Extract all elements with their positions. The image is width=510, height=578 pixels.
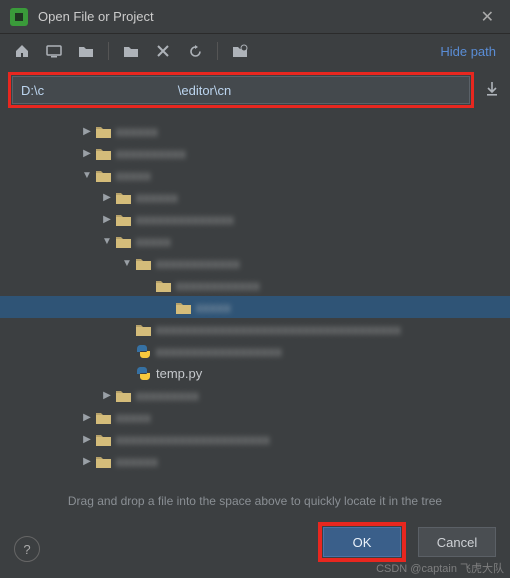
- tree-item-label: xxxxxxxxxxxxxxxxxxxxxx: [116, 432, 270, 447]
- dialog-footer: OK Cancel: [0, 514, 510, 562]
- tree-row[interactable]: ▶ xxxxxxxxxxxxxxxxxxxxxx: [0, 428, 510, 450]
- tree-item-label: xxxxxxxxxx: [116, 146, 186, 161]
- tree-row[interactable]: ▶ xxxxxxxxx: [0, 384, 510, 406]
- chevron-right-icon[interactable]: ▶: [80, 412, 94, 423]
- tree-row[interactable]: ▶ xxxxxxxxxx: [0, 142, 510, 164]
- tree-item-label: xxxxx: [116, 410, 151, 425]
- tree-row[interactable]: ▼ xxxxx: [0, 164, 510, 186]
- hide-path-link[interactable]: Hide path: [440, 44, 502, 59]
- folder-icon: [134, 255, 152, 271]
- folder-icon: [114, 233, 132, 249]
- chevron-right-icon[interactable]: ▶: [100, 192, 114, 203]
- chevron-right-icon[interactable]: ▶: [100, 214, 114, 225]
- cancel-button[interactable]: Cancel: [418, 527, 496, 557]
- project-icon[interactable]: [72, 39, 100, 63]
- folder-icon: [114, 387, 132, 403]
- tree-row[interactable]: xxxxxxxxxxxx: [0, 274, 510, 296]
- tree-row[interactable]: xxxxxxxxxxxxxxxxxxxxxxxxxxxxxxxxxxx: [0, 318, 510, 340]
- window-title: Open File or Project: [38, 9, 475, 24]
- path-highlight-box: [8, 72, 474, 108]
- tree-row[interactable]: ▼ xxxxx: [0, 230, 510, 252]
- tree-item-label: xxxxx: [136, 234, 171, 249]
- show-hidden-icon[interactable]: [226, 39, 254, 63]
- folder-icon: [94, 145, 112, 161]
- folder-icon: [94, 431, 112, 447]
- tree-item-label: xxxxxxxxxxxxxxxxxx: [156, 344, 282, 359]
- toolbar-divider: [108, 42, 109, 60]
- path-input[interactable]: [12, 76, 470, 104]
- tree-item-label: xxxxxxxxxxxxxx: [136, 212, 234, 227]
- chevron-right-icon[interactable]: ▶: [100, 390, 114, 401]
- home-icon[interactable]: [8, 39, 36, 63]
- folder-icon: [154, 277, 172, 293]
- history-dropdown-icon[interactable]: [482, 81, 502, 100]
- folder-icon: [134, 321, 152, 337]
- tree-row[interactable]: xxxxxxxxxxxxxxxxxx: [0, 340, 510, 362]
- python-file-icon: [134, 343, 152, 359]
- tree-item-label: xxxxxx: [116, 124, 158, 139]
- chevron-right-icon[interactable]: ▶: [80, 434, 94, 445]
- tree-item-label: xxxxxxxxxxxx: [156, 256, 240, 271]
- tree-row[interactable]: temp.py: [0, 362, 510, 384]
- folder-icon: [94, 167, 112, 183]
- new-folder-icon[interactable]: [117, 39, 145, 63]
- tree-item-label: xxxxxxxxx: [136, 388, 199, 403]
- file-tree[interactable]: ▶xxxxxx▶xxxxxxxxxx▼xxxxx▶xxxxxx▶xxxxxxxx…: [0, 114, 510, 484]
- folder-icon: [114, 189, 132, 205]
- chevron-down-icon[interactable]: ▼: [80, 170, 94, 181]
- desktop-icon[interactable]: [40, 39, 68, 63]
- chevron-right-icon[interactable]: ▶: [80, 456, 94, 467]
- tree-item-label: xxxxxx: [136, 190, 178, 205]
- chevron-right-icon[interactable]: ▶: [80, 126, 94, 137]
- tree-row-selected[interactable]: xxxxx: [0, 296, 510, 318]
- titlebar: Open File or Project ✕: [0, 0, 510, 34]
- refresh-icon[interactable]: [181, 39, 209, 63]
- toolbar: Hide path: [0, 34, 510, 68]
- path-row: [0, 68, 510, 114]
- folder-icon: [174, 299, 192, 315]
- tree-row[interactable]: ▶ xxxxxx: [0, 186, 510, 208]
- tree-item-label: xxxxx: [116, 168, 151, 183]
- tree-item-label: xxxxxxxxxxxxxxxxxxxxxxxxxxxxxxxxxxx: [156, 322, 401, 337]
- tree-row[interactable]: ▶ xxxxxx: [0, 450, 510, 472]
- toolbar-divider: [217, 42, 218, 60]
- tree-row[interactable]: ▼ xxxxxxxxxxxx: [0, 252, 510, 274]
- ok-highlight-box: OK: [318, 522, 406, 562]
- chevron-down-icon[interactable]: ▼: [120, 258, 134, 269]
- chevron-right-icon[interactable]: ▶: [80, 148, 94, 159]
- folder-icon: [94, 409, 112, 425]
- python-file-icon: [134, 365, 152, 381]
- tree-item-label: xxxxxx: [116, 454, 158, 469]
- tree-item-label: temp.py: [156, 366, 202, 381]
- watermark: CSDN @captain 飞虎大队: [376, 560, 504, 576]
- folder-icon: [94, 453, 112, 469]
- ok-button[interactable]: OK: [323, 527, 401, 557]
- tree-item-label: xxxxxxxxxxxx: [176, 278, 260, 293]
- folder-icon: [94, 123, 112, 139]
- folder-icon: [114, 211, 132, 227]
- tree-item-label: xxxxx: [196, 300, 231, 315]
- delete-icon[interactable]: [149, 39, 177, 63]
- app-icon: [10, 8, 28, 26]
- help-button[interactable]: ?: [14, 536, 40, 562]
- drag-drop-hint: Drag and drop a file into the space abov…: [0, 484, 510, 514]
- tree-row[interactable]: ▶ xxxxx: [0, 406, 510, 428]
- tree-row[interactable]: ▶ xxxxxxxxxxxxxx: [0, 208, 510, 230]
- chevron-down-icon[interactable]: ▼: [100, 236, 114, 247]
- tree-row[interactable]: ▶ xxxxxx: [0, 120, 510, 142]
- close-icon[interactable]: ✕: [475, 3, 500, 31]
